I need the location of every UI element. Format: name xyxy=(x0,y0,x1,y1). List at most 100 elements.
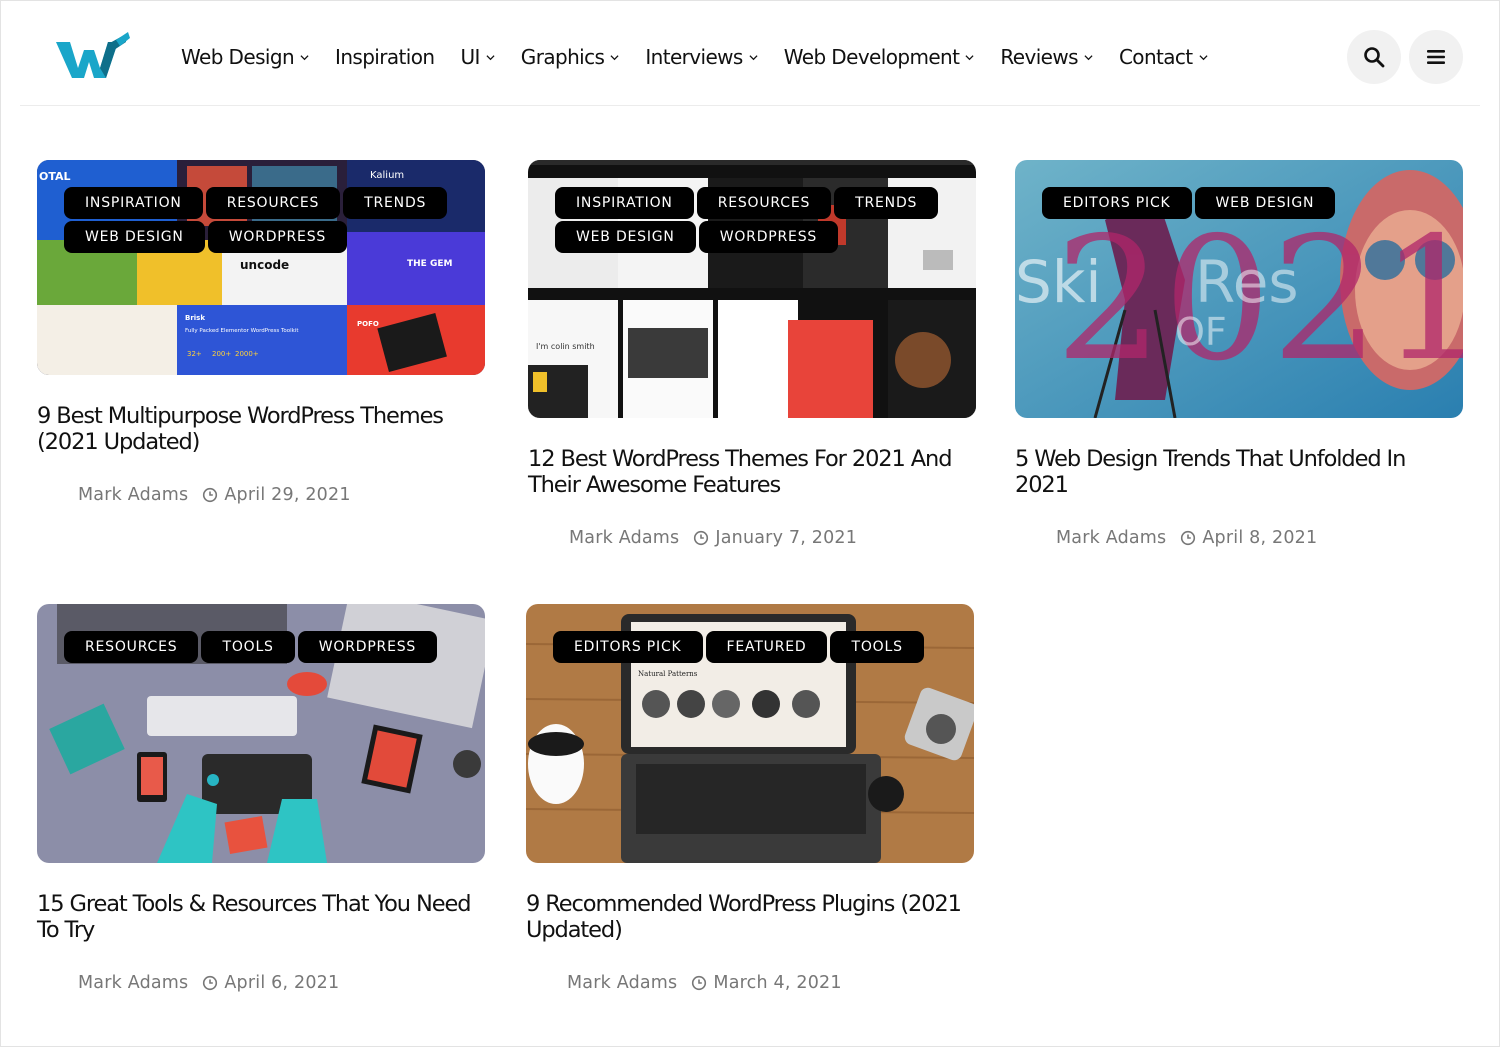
nav-item-contact[interactable]: Contact xyxy=(1119,45,1208,69)
nav-label: Web Development xyxy=(783,45,960,69)
post-author[interactable]: Mark Adams xyxy=(567,973,677,993)
post-date: April 29, 2021 xyxy=(224,485,351,505)
tag[interactable]: INSPIRATION xyxy=(64,187,203,219)
image-text: OTAL xyxy=(39,170,71,183)
post-thumbnail[interactable]: RESOURCES TOOLS WORDPRESS xyxy=(37,604,485,863)
post-meta: Mark Adams April 8, 2021 xyxy=(1056,528,1463,548)
post-date: March 4, 2021 xyxy=(713,973,842,993)
post-thumbnail[interactable]: I'm colin smith INSPIRATION RESOURCES TR… xyxy=(528,160,976,418)
image-text: Natural Patterns xyxy=(638,670,698,678)
chevron-down-icon xyxy=(300,54,309,60)
nav-label: Interviews xyxy=(645,45,743,69)
image-text: 200+ xyxy=(212,350,231,358)
clock-icon xyxy=(203,487,218,503)
image-text: uncode xyxy=(240,258,289,272)
nav-label: Reviews xyxy=(1000,45,1078,69)
post-meta: Mark Adams April 6, 2021 xyxy=(78,973,485,993)
tag[interactable]: TOOLS xyxy=(830,631,924,663)
nav-label: Web Design xyxy=(181,45,295,69)
nav-label: Graphics xyxy=(520,45,605,69)
tag[interactable]: WORDPRESS xyxy=(297,631,438,663)
post-date: April 6, 2021 xyxy=(224,973,340,993)
chevron-down-icon xyxy=(486,54,495,60)
clock-icon xyxy=(203,975,218,991)
site-logo[interactable] xyxy=(56,28,146,84)
clock-icon xyxy=(692,975,707,991)
nav-item-reviews[interactable]: Reviews xyxy=(1000,45,1093,69)
tag[interactable]: RESOURCES xyxy=(64,631,199,663)
post-thumbnail[interactable]: OTAL Kalium uncode THE GEM Brisk Fully P… xyxy=(37,160,485,375)
post-meta: Mark Adams March 4, 2021 xyxy=(567,973,974,993)
menu-icon xyxy=(1427,50,1445,64)
post-title[interactable]: 9 Recommended WordPress Plugins (2021 Up… xyxy=(526,891,974,943)
image-text: Res xyxy=(1195,248,1299,316)
image-text: Fully Packed Elementor WordPress Toolkit xyxy=(185,328,299,334)
nav-label: Inspiration xyxy=(335,45,435,69)
menu-button[interactable] xyxy=(1409,30,1463,84)
post-author[interactable]: Mark Adams xyxy=(78,973,188,993)
tag-list: EDITORS PICK FEATURED TOOLS xyxy=(553,631,943,665)
post-author[interactable]: Mark Adams xyxy=(78,485,188,505)
image-text: I'm colin smith xyxy=(536,342,595,351)
tag[interactable]: TOOLS xyxy=(201,631,295,663)
image-text: 2000+ xyxy=(235,350,259,358)
search-icon xyxy=(1364,47,1385,68)
tag[interactable]: WEB DESIGN xyxy=(64,221,205,253)
nav-item-inspiration[interactable]: Inspiration xyxy=(335,45,435,69)
post-title[interactable]: 9 Best Multipurpose WordPress Themes (20… xyxy=(37,403,485,455)
post-card: OTAL Kalium uncode THE GEM Brisk Fully P… xyxy=(37,160,485,505)
post-author[interactable]: Mark Adams xyxy=(1056,528,1166,548)
clock-icon xyxy=(1181,530,1196,546)
post-meta: Mark Adams April 29, 2021 xyxy=(78,485,485,505)
tag[interactable]: WORDPRESS xyxy=(207,221,348,253)
nav-item-interviews[interactable]: Interviews xyxy=(645,45,758,69)
image-text: THE GEM xyxy=(407,259,452,269)
tag[interactable]: FEATURED xyxy=(705,631,828,663)
tag[interactable]: RESOURCES xyxy=(205,187,341,219)
post-thumbnail[interactable]: 2021 Ski Res OF EDITORS PICK WEB DESIGN xyxy=(1015,160,1463,418)
post-date: April 8, 2021 xyxy=(1202,528,1318,548)
tag[interactable]: EDITORS PICK xyxy=(1042,187,1192,219)
chevron-down-icon xyxy=(1084,54,1093,60)
post-card: RESOURCES TOOLS WORDPRESS 15 Great Tools… xyxy=(37,604,485,993)
logo-w-icon xyxy=(56,32,130,78)
post-card: Natural Patterns EDITORS PICK FEATURED T… xyxy=(526,604,974,993)
nav-item-graphics[interactable]: Graphics xyxy=(521,45,620,69)
post-date: January 7, 2021 xyxy=(715,528,858,548)
post-meta: Mark Adams January 7, 2021 xyxy=(569,528,976,548)
nav-item-web-design[interactable]: Web Design xyxy=(181,45,309,69)
chevron-down-icon xyxy=(1199,54,1208,60)
post-title[interactable]: 12 Best WordPress Themes For 2021 And Th… xyxy=(528,446,976,498)
tag-list: EDITORS PICK WEB DESIGN xyxy=(1042,187,1432,221)
tag[interactable]: INSPIRATION xyxy=(555,187,694,219)
site-header: Web Design Inspiration UI Graphics Inter… xyxy=(20,0,1480,106)
main-nav: Web Design Inspiration UI Graphics Inter… xyxy=(181,38,1234,76)
post-card: I'm colin smith INSPIRATION RESOURCES TR… xyxy=(528,160,976,548)
chevron-down-icon xyxy=(965,54,974,60)
image-text: OF xyxy=(1175,310,1227,354)
post-title[interactable]: 5 Web Design Trends That Unfolded In 202… xyxy=(1015,446,1463,498)
tag[interactable]: TRENDS xyxy=(343,187,448,219)
tag[interactable]: WORDPRESS xyxy=(698,221,839,253)
tag[interactable]: TRENDS xyxy=(834,187,939,219)
image-text: POFO xyxy=(357,320,379,328)
post-title[interactable]: 15 Great Tools & Resources That You Need… xyxy=(37,891,485,943)
tag-list: INSPIRATION RESOURCES TRENDS WEB DESIGN … xyxy=(555,187,945,255)
clock-icon xyxy=(694,530,709,546)
tag[interactable]: RESOURCES xyxy=(696,187,832,219)
tag[interactable]: WEB DESIGN xyxy=(1194,187,1336,219)
chevron-down-icon xyxy=(749,54,758,60)
tag-list: RESOURCES TOOLS WORDPRESS xyxy=(64,631,454,665)
tag-list: INSPIRATION RESOURCES TRENDS WEB DESIGN … xyxy=(64,187,454,255)
post-author[interactable]: Mark Adams xyxy=(569,528,679,548)
image-text: Brisk xyxy=(185,314,205,322)
image-text: 32+ xyxy=(187,350,202,358)
tag[interactable]: WEB DESIGN xyxy=(555,221,696,253)
image-text: Kalium xyxy=(370,170,404,181)
search-button[interactable] xyxy=(1347,30,1401,84)
nav-item-web-development[interactable]: Web Development xyxy=(784,45,975,69)
image-text: Ski xyxy=(1015,248,1102,316)
tag[interactable]: EDITORS PICK xyxy=(553,631,703,663)
nav-item-ui[interactable]: UI xyxy=(460,45,495,69)
post-thumbnail[interactable]: Natural Patterns EDITORS PICK FEATURED T… xyxy=(526,604,974,863)
